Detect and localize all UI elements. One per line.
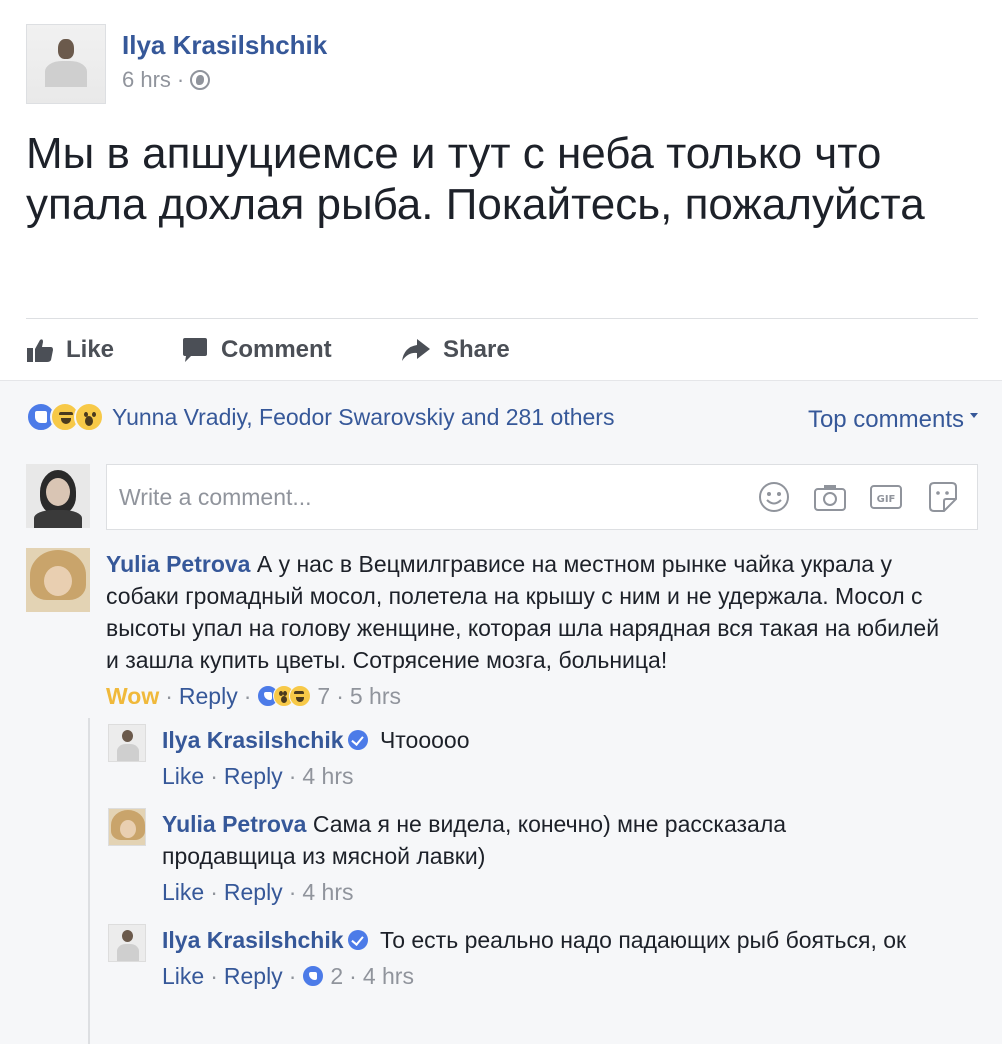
current-user-avatar [26,464,90,528]
reactions-text[interactable]: Yunna Vradiy, Feodor Swarovskiy and 281 … [112,404,614,431]
comment-content: Ilya Krasilshchik То есть реально надо п… [162,924,942,956]
comment-composer: Write a comment... GIF [26,464,978,530]
comment-body: Yulia Petrova Сама я не видела, конечно)… [162,808,862,908]
like-link[interactable]: Like [162,960,204,992]
caret-down-icon [970,412,978,418]
comment-time[interactable]: 5 hrs [350,680,401,712]
comment-body: Ilya Krasilshchik То есть реально надо п… [162,924,942,992]
separator: · [349,963,357,989]
share-label: Share [443,336,510,363]
separator: · [336,683,344,709]
comment-author[interactable]: Yulia Petrova [106,551,250,577]
like-reaction-icon [302,965,325,987]
sort-dropdown[interactable]: Top comments [808,406,978,434]
verified-badge-icon [347,730,368,750]
comment-time[interactable]: 4 hrs [363,960,414,992]
meta-separator: · [176,67,185,92]
author-avatar[interactable] [26,24,106,104]
commenter-avatar[interactable] [108,808,146,846]
divider [26,318,978,319]
share-button[interactable]: Share [401,336,510,364]
reaction-count[interactable]: 2 [330,960,343,992]
comment-label: Comment [221,336,332,363]
comment-button[interactable]: Comment [181,336,401,364]
reply-link[interactable]: Reply [224,960,283,992]
comment-text: Чтооооо [379,727,470,753]
comment: Yulia Petrova А у нас в Вецмилгрависе на… [26,548,956,712]
separator: · [210,879,218,905]
reaction-label[interactable]: Wow [106,680,159,712]
thumbs-up-icon [27,339,53,362]
globe-icon[interactable] [190,70,211,90]
svg-text:GIF: GIF [877,494,896,505]
reply-comment: Yulia Petrova Сама я не видела, конечно)… [108,808,968,908]
share-icon [402,339,430,361]
reply-link[interactable]: Reply [224,760,283,792]
post-author-name[interactable]: Ilya Krasilshchik [122,30,327,61]
like-button[interactable]: Like [26,336,181,364]
comment-author[interactable]: Yulia Petrova [162,811,306,837]
comment-content: Yulia Petrova А у нас в Вецмилгрависе на… [106,548,956,676]
like-link[interactable]: Like [162,876,204,908]
reply-link[interactable]: Reply [179,680,238,712]
comment-actions: Like · Reply · 4 hrs [162,760,470,792]
emoji-icon[interactable] [757,480,791,514]
reaction-count[interactable]: 7 [317,680,330,712]
comment-content: Yulia Petrova Сама я не видела, конечно)… [162,808,862,872]
post-text: Мы в апшуциемсе и тут с неба только что … [26,129,925,229]
comment-icon [183,338,207,362]
wow-reaction-icon [74,402,104,432]
reply-thread-line [88,718,90,1044]
comment-author[interactable]: Ilya Krasilshchik [162,927,344,953]
comment-content: Ilya Krasilshchik Чтооооо [162,724,470,756]
haha-reaction-icon [289,685,312,707]
reactions-summary[interactable]: Yunna Vradiy, Feodor Swarovskiy and 281 … [26,402,614,432]
verified-badge-icon [347,930,368,950]
gif-icon[interactable]: GIF [869,480,903,514]
separator: · [210,763,218,789]
post-timestamp[interactable]: 6 hrs [122,67,171,93]
comment-body: Yulia Petrova А у нас в Вецмилгрависе на… [106,548,956,712]
comment-actions: Wow · Reply · 7 · 5 hrs [106,680,956,712]
comment-actions: Like · Reply · 4 hrs [162,876,862,908]
sticker-icon[interactable] [925,480,959,514]
separator: · [288,963,297,989]
separator: · [243,683,252,709]
separator: · [210,963,218,989]
comment-input[interactable]: Write a comment... GIF [106,464,978,530]
post-actions: Like Comment Share [26,332,510,368]
comment-reactions[interactable] [257,685,312,707]
author-block: Ilya Krasilshchik 6 hrs · [122,30,327,104]
comment-time[interactable]: 4 hrs [302,760,353,792]
like-label: Like [66,336,115,363]
camera-icon[interactable] [813,480,847,514]
comment-actions: Like · Reply · 2 · 4 hrs [162,960,942,992]
reply-comment: Ilya Krasilshchik Чтооооо Like · Reply ·… [108,724,968,792]
comment-text: То есть реально надо падающих рыб боятьс… [379,927,907,953]
reply-link[interactable]: Reply [224,876,283,908]
like-link[interactable]: Like [162,760,204,792]
post-header: Ilya Krasilshchik 6 hrs · [26,24,327,104]
reply-comment: Ilya Krasilshchik То есть реально надо п… [108,924,968,992]
comment-reactions[interactable] [302,965,325,987]
comment-time[interactable]: 4 hrs [302,876,353,908]
commenter-avatar[interactable] [108,924,146,962]
comment-placeholder: Write a comment... [119,483,312,510]
separator: · [288,763,297,789]
commenter-avatar[interactable] [108,724,146,762]
comment-author[interactable]: Ilya Krasilshchik [162,727,344,753]
comment-body: Ilya Krasilshchik Чтооооо Like · Reply ·… [162,724,470,792]
separator: · [288,879,297,905]
post-meta: 6 hrs · [122,67,327,93]
separator: · [165,683,173,709]
sort-label: Top comments [807,406,964,433]
composer-icons: GIF [757,480,959,514]
commenter-avatar[interactable] [26,548,90,612]
